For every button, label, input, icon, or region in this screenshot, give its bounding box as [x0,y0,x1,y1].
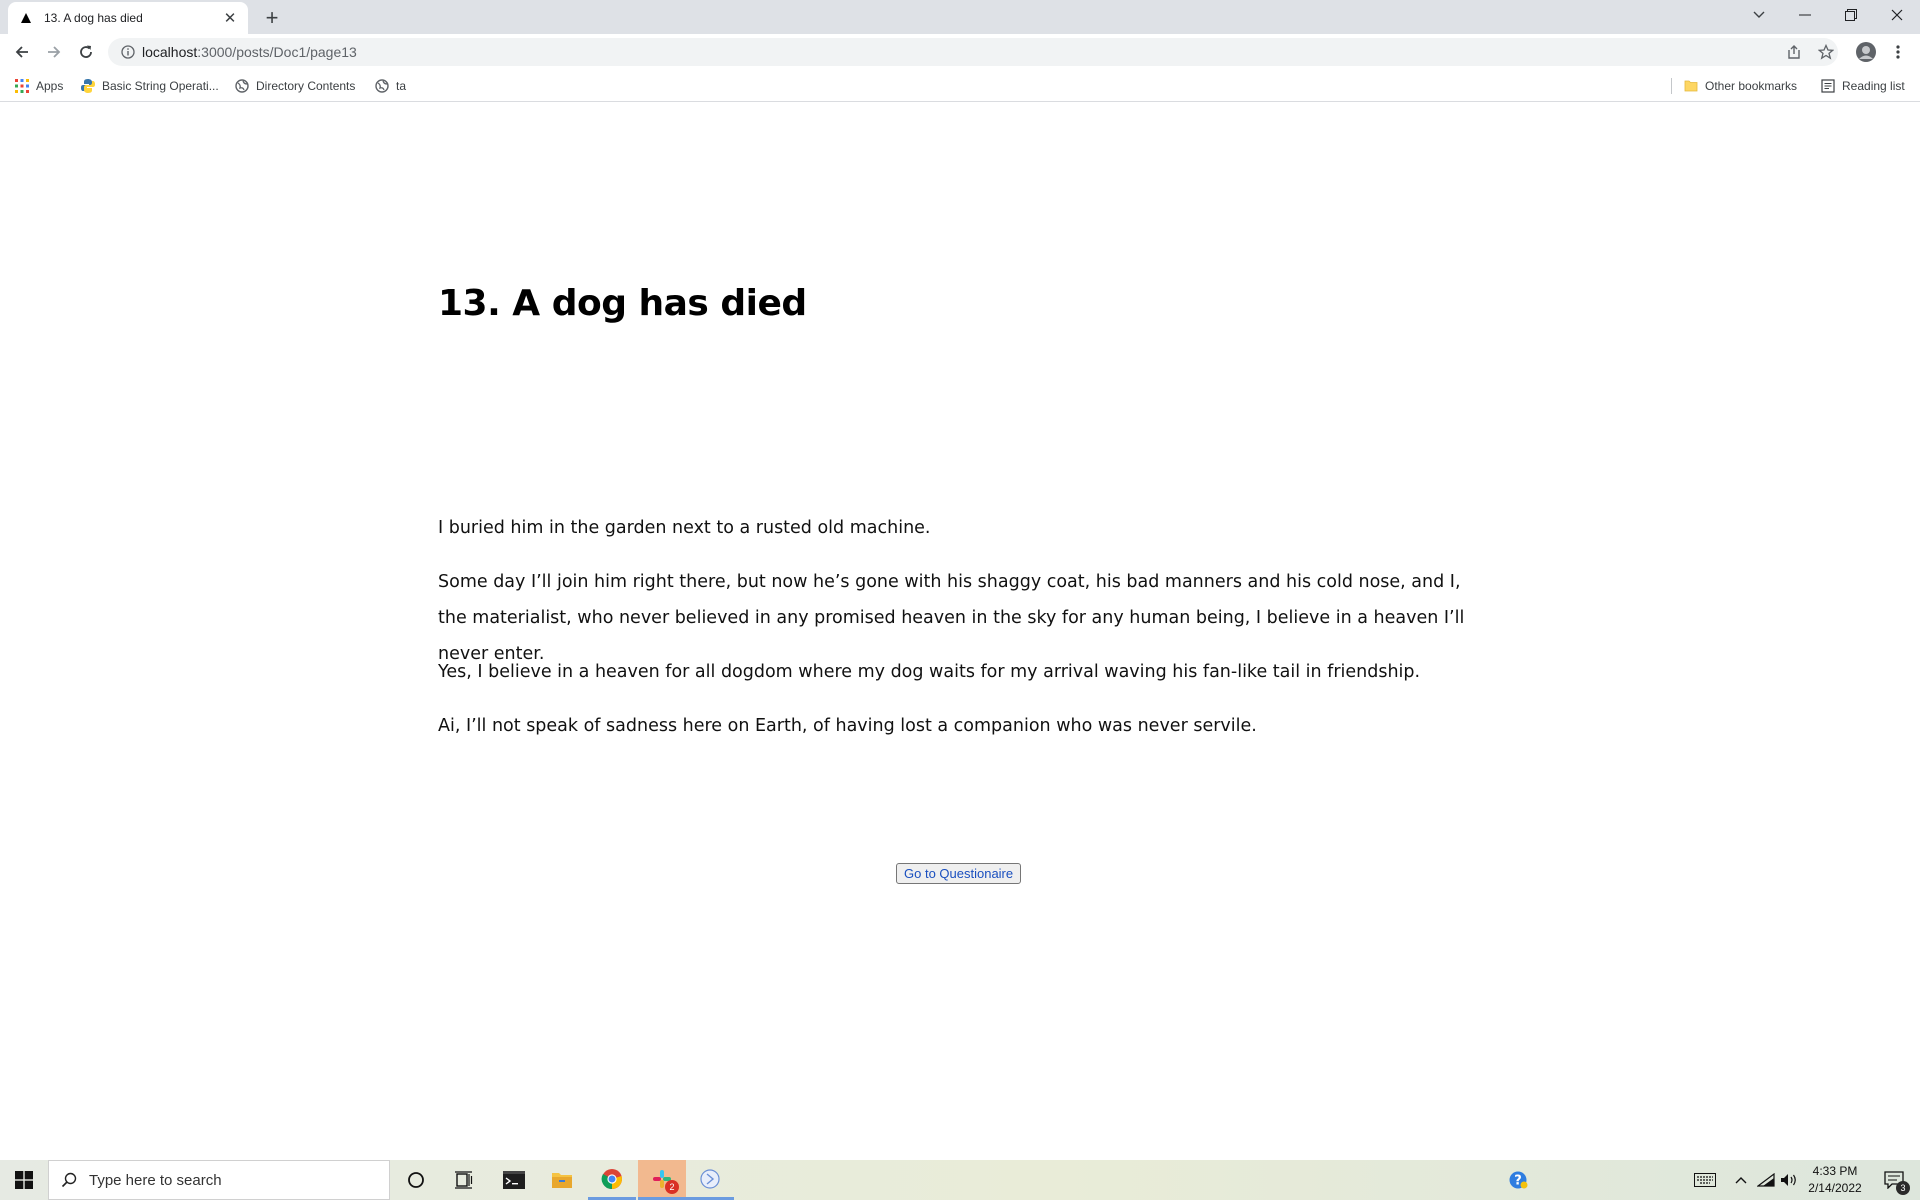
chevron-up-icon[interactable] [1730,1160,1752,1200]
bookmarks-divider [1671,78,1672,94]
reading-list-icon [1820,78,1836,94]
terminal-app-icon[interactable] [490,1160,538,1200]
paragraph: Yes, I believe in a heaven for all dogdo… [438,662,1421,682]
url-host: localhost [142,44,198,60]
python-icon [80,78,96,94]
browser-toolbar: localhost:3000/posts/Doc1/page13 [0,34,1920,70]
site-info-icon[interactable] [114,45,142,59]
bookmark-label: Directory Contents [256,79,356,93]
globe-icon [374,78,390,94]
back-button[interactable] [8,38,36,66]
url-text: localhost:3000/posts/Doc1/page13 [142,44,357,60]
bookmark-ta[interactable]: ta [374,76,406,96]
url-path: :3000/posts/Doc1/page13 [197,44,357,60]
bookmark-basic-string[interactable]: Basic String Operati... [80,76,219,96]
paragraph: Ai, I’ll not speak of sadness here on Ea… [438,716,1257,736]
address-bar[interactable]: localhost:3000/posts/Doc1/page13 [108,38,1838,66]
search-icon [49,1172,89,1188]
bookmark-label: Apps [36,79,64,93]
tab-title: 13. A dog has died [44,11,143,25]
share-icon[interactable] [1780,38,1808,66]
app-notification-badge: 2 [665,1180,679,1194]
kebab-menu-icon[interactable] [1884,38,1912,66]
slack-app-icon[interactable]: 2 [638,1160,686,1200]
taskbar: Type here to search 2 ? 4:33 PM 2/14/202… [0,1160,1920,1200]
globe-icon [234,78,250,94]
bookmark-label: Basic String Operati... [102,79,219,93]
profile-avatar[interactable] [1852,38,1880,66]
close-window-button[interactable] [1874,0,1920,30]
new-tab-button[interactable]: + [258,4,286,32]
folder-icon [1683,78,1699,94]
taskbar-search-box[interactable]: Type here to search [48,1160,390,1200]
bookmarks-bar: Apps Basic String Operati... Directory C… [0,70,1920,102]
keyboard-language-icon[interactable] [1690,1160,1720,1200]
notification-center-icon[interactable]: 3 [1876,1160,1912,1200]
bookmark-directory-contents[interactable]: Directory Contents [234,76,355,96]
chrome-app-icon[interactable] [588,1160,636,1200]
help-icon[interactable]: ? [1502,1160,1534,1200]
restore-button[interactable] [1828,0,1874,30]
task-view-icon[interactable] [440,1160,488,1200]
file-explorer-icon[interactable] [538,1160,586,1200]
apps-grid-icon [14,78,30,94]
tab-search-chevron-icon[interactable] [1736,0,1782,30]
reading-list-label: Reading list [1842,79,1905,93]
notification-count-badge: 3 [1896,1181,1910,1195]
minimize-button[interactable] [1782,0,1828,30]
reading-list[interactable]: Reading list [1820,76,1905,96]
reload-button[interactable] [72,38,100,66]
cortana-icon[interactable] [392,1160,440,1200]
tab-strip: 13. A dog has died ✕ + [0,0,1920,34]
go-to-questionnaire-button[interactable]: Go to Questionaire [896,863,1022,884]
bookmark-apps[interactable]: Apps [14,76,63,96]
clock-time: 4:33 PM [1812,1164,1858,1178]
network-icon[interactable] [1755,1160,1777,1200]
page-title: 13. A dog has died [438,283,807,324]
vscode-app-icon[interactable] [686,1160,734,1200]
bookmark-label: ta [396,79,407,93]
clock-date: 2/14/2022 [1808,1181,1862,1195]
windows-start-button[interactable] [0,1160,48,1200]
forward-button[interactable] [40,38,68,66]
volume-icon[interactable] [1778,1160,1800,1200]
svg-text:?: ? [1514,1174,1522,1189]
taskbar-search-placeholder: Type here to search [89,1171,222,1189]
taskbar-clock[interactable]: 4:33 PM 2/14/2022 [1800,1163,1870,1197]
triangle-favicon-icon [18,10,34,26]
tab-close-icon[interactable]: ✕ [222,10,238,27]
paragraph: I buried him in the garden next to a rus… [438,518,931,538]
bookmark-star-icon[interactable] [1812,38,1840,66]
other-bookmarks[interactable]: Other bookmarks [1683,76,1797,96]
other-bookmarks-label: Other bookmarks [1705,79,1798,93]
active-tab[interactable]: 13. A dog has died ✕ [8,2,248,34]
